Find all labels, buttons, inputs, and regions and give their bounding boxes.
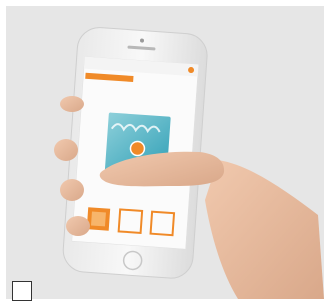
- finger-4: [66, 216, 90, 236]
- finger-2: [54, 139, 78, 161]
- wrist: [205, 160, 324, 299]
- finger-3: [60, 179, 84, 201]
- finger-1: [60, 96, 84, 112]
- select-checkbox[interactable]: [12, 281, 32, 301]
- product-photo: [54, 27, 324, 299]
- app-logo-icon: [129, 140, 146, 157]
